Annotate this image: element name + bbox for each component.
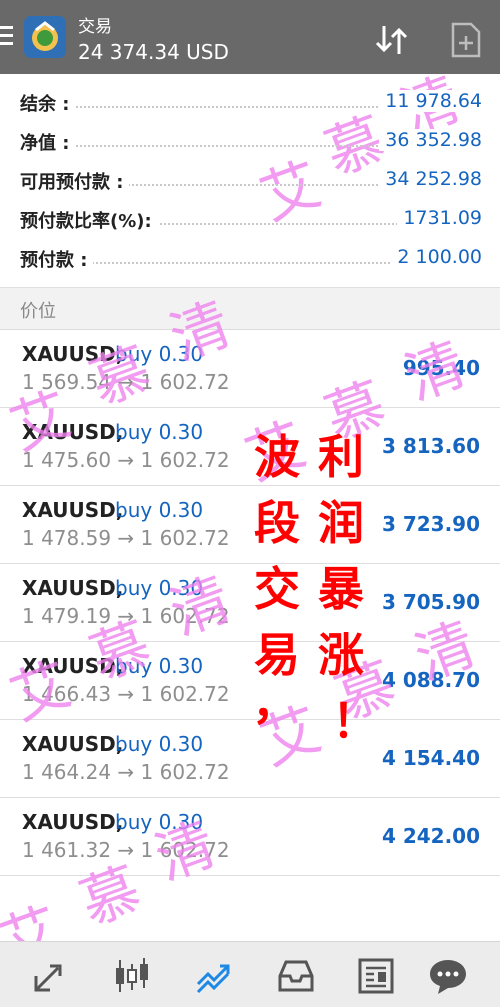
account-summary: 结余 : 11 978.64 净值 : 36 352.98 可用预付款 : 34… bbox=[0, 84, 500, 279]
history-icon[interactable] bbox=[274, 954, 318, 998]
position-profit: 3 813.60 bbox=[381, 434, 480, 458]
position-row[interactable]: XAUUSD, buy 0.30 1 569.54 → 1 602.72 995… bbox=[0, 330, 500, 408]
quotes-icon[interactable] bbox=[28, 954, 72, 998]
summary-row-margin-level: 预付款比率(%): 1731.09 bbox=[0, 201, 500, 240]
positions-list: XAUUSD, buy 0.30 1 569.54 → 1 602.72 995… bbox=[0, 330, 500, 876]
sort-arrows-icon[interactable] bbox=[372, 20, 412, 60]
position-profit: 3 723.90 bbox=[381, 512, 480, 536]
summary-value: 34 252.98 bbox=[379, 168, 482, 190]
news-icon[interactable] bbox=[354, 954, 398, 998]
position-row[interactable]: XAUUSD, buy 0.30 1 478.59 → 1 602.72 3 7… bbox=[0, 486, 500, 564]
position-profit: 4 088.70 bbox=[381, 668, 480, 692]
position-type: buy 0.30 bbox=[115, 342, 204, 366]
bottom-navigation bbox=[0, 941, 500, 1007]
position-row[interactable]: XAUUSD, buy 0.30 1 461.32 → 1 602.72 4 2… bbox=[0, 798, 500, 876]
position-profit: 4 154.40 bbox=[381, 746, 480, 770]
position-type: buy 0.30 bbox=[115, 420, 204, 444]
position-type: buy 0.30 bbox=[115, 810, 204, 834]
summary-row-margin: 预付款 : 2 100.00 bbox=[0, 240, 500, 279]
position-row[interactable]: XAUUSD, buy 0.30 1 479.19 → 1 602.72 3 7… bbox=[0, 564, 500, 642]
position-prices: 1 569.54 → 1 602.72 bbox=[22, 370, 230, 394]
header-balance: 24 374.34 USD bbox=[78, 40, 229, 64]
summary-row-equity: 净值 : 36 352.98 bbox=[0, 123, 500, 162]
position-type: buy 0.30 bbox=[115, 498, 204, 522]
position-row[interactable]: XAUUSD, buy 0.30 1 466.43 → 1 602.72 4 0… bbox=[0, 642, 500, 720]
position-profit: 995.40 bbox=[402, 356, 480, 380]
chat-icon[interactable] bbox=[426, 954, 470, 998]
section-title: 价位 bbox=[20, 301, 56, 322]
summary-label: 可用预付款 : bbox=[20, 168, 130, 194]
position-symbol: XAUUSD, bbox=[22, 654, 124, 678]
summary-value: 11 978.64 bbox=[379, 90, 482, 112]
position-prices: 1 479.19 → 1 602.72 bbox=[22, 604, 230, 628]
page-title: 交易 bbox=[78, 17, 112, 37]
new-order-icon[interactable] bbox=[449, 20, 483, 60]
position-symbol: XAUUSD, bbox=[22, 576, 124, 600]
summary-row-balance: 结余 : 11 978.64 bbox=[0, 84, 500, 123]
position-symbol: XAUUSD, bbox=[22, 420, 124, 444]
summary-value: 1731.09 bbox=[397, 207, 482, 229]
position-symbol: XAUUSD, bbox=[22, 810, 124, 834]
position-symbol: XAUUSD, bbox=[22, 732, 124, 756]
metatrader-logo bbox=[24, 16, 66, 58]
hamburger-icon[interactable] bbox=[0, 26, 14, 48]
summary-label: 预付款 : bbox=[20, 246, 94, 272]
summary-label: 净值 : bbox=[20, 129, 76, 155]
chart-icon[interactable] bbox=[110, 954, 154, 998]
position-profit: 4 242.00 bbox=[381, 824, 480, 848]
position-prices: 1 475.60 → 1 602.72 bbox=[22, 448, 230, 472]
summary-row-free-margin: 可用预付款 : 34 252.98 bbox=[0, 162, 500, 201]
position-prices: 1 466.43 → 1 602.72 bbox=[22, 682, 230, 706]
trade-icon[interactable] bbox=[192, 954, 236, 998]
summary-value: 2 100.00 bbox=[391, 246, 482, 268]
position-type: buy 0.30 bbox=[115, 654, 204, 678]
summary-value: 36 352.98 bbox=[379, 129, 482, 151]
summary-label: 结余 : bbox=[20, 90, 76, 116]
position-row[interactable]: XAUUSD, buy 0.30 1 464.24 → 1 602.72 4 1… bbox=[0, 720, 500, 798]
position-symbol: XAUUSD, bbox=[22, 498, 124, 522]
position-type: buy 0.30 bbox=[115, 732, 204, 756]
position-prices: 1 464.24 → 1 602.72 bbox=[22, 760, 230, 784]
position-prices: 1 478.59 → 1 602.72 bbox=[22, 526, 230, 550]
summary-label: 预付款比率(%): bbox=[20, 207, 158, 233]
top-bar: 交易 24 374.34 USD bbox=[0, 0, 500, 74]
position-prices: 1 461.32 → 1 602.72 bbox=[22, 838, 230, 862]
position-row[interactable]: XAUUSD, buy 0.30 1 475.60 → 1 602.72 3 8… bbox=[0, 408, 500, 486]
position-profit: 3 705.90 bbox=[381, 590, 480, 614]
positions-section-header: 价位 bbox=[0, 287, 500, 330]
position-symbol: XAUUSD, bbox=[22, 342, 124, 366]
position-type: buy 0.30 bbox=[115, 576, 204, 600]
